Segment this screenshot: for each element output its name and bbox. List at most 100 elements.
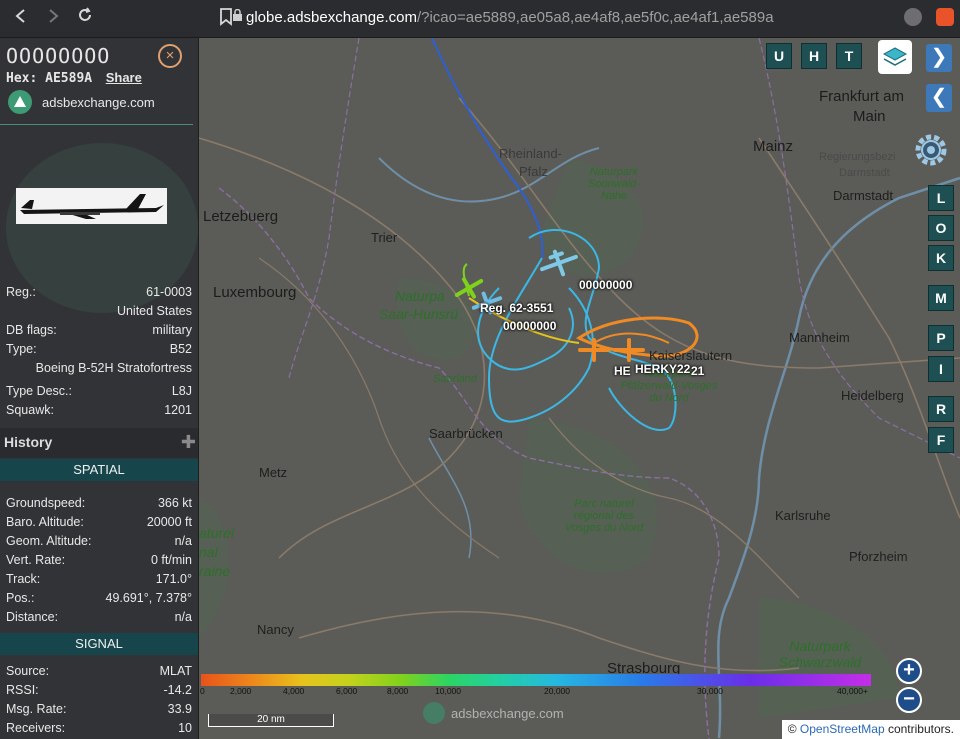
url-host: globe.adsbexchange.com [246,9,417,26]
reg-value: 61-0003 [146,285,192,299]
place-label: aturel [199,525,235,541]
divider [0,124,193,125]
reg-row: Reg.: 61-0003 [6,285,192,299]
place-label: Heidelberg [841,388,904,403]
layers-button[interactable] [878,40,912,74]
spatial-value: n/a [174,610,192,624]
hex-label: Hex: AE589A [6,71,93,86]
i-button[interactable]: I [928,356,954,382]
close-icon[interactable]: × [158,44,182,68]
place-label: Naturpark Soonwald-Nahe [588,166,640,202]
spatial-label: Groundspeed: [6,496,86,510]
attribution-prefix: © [787,722,800,736]
prev-panel-button[interactable]: ❮ [926,84,952,112]
next-panel-button[interactable]: ❯ [926,44,952,72]
site-label: adsbexchange.com [42,94,155,110]
signal-label: RSSI: [6,683,39,697]
extension-icon[interactable] [904,8,922,26]
place-label: raine [199,563,231,579]
signal-label: Receivers: [6,721,66,735]
spatial-label: Track: [6,572,41,586]
spatial-label: Distance: [6,610,59,624]
country-value: United States [116,304,192,318]
h-button[interactable]: H [801,43,827,69]
legend-tick: 10,000 [435,686,461,696]
spatial-header: SPATIAL [0,459,198,481]
osm-link[interactable]: OpenStreetMap [800,722,885,736]
aircraft-label[interactable]: HERKY22 [635,362,690,376]
aircraft-label[interactable]: Reg. 62-3551 [480,301,553,315]
legend-tick: 40,000+ [837,686,868,696]
signal-label: Msg. Rate: [6,702,67,716]
place-label: Nancy [257,622,294,637]
squawk-row: Squawk: 1201 [6,403,192,417]
place-label: Letzebuerg [203,208,279,225]
t-button[interactable]: T [836,43,862,69]
squawk-value: 1201 [164,403,192,417]
distance-row: Distance: n/a [6,610,192,624]
place-label: Saarland [433,373,478,385]
aircraft-label[interactable]: HE [614,364,631,378]
signal-label: Source: [6,664,50,678]
layers-icon [882,47,908,66]
geom-altitude-row: Geom. Altitude: n/a [6,534,192,548]
settings-gear-icon[interactable] [911,130,951,170]
signal-header: SIGNAL [0,633,198,655]
address-bar[interactable]: globe.adsbexchange.com/?icao=ae5889,ae05… [232,5,926,31]
map-brand: adsbexchange.com [423,702,564,724]
r-button[interactable]: R [928,396,954,422]
dbflags-label: DB flags: [6,323,57,337]
signal-value: -14.2 [163,683,193,697]
place-label: nal [199,544,218,560]
receivers-row: Receivers: 10 [6,721,192,735]
place-label: Luxembourg [213,284,297,301]
plus-icon[interactable]: ✚ [181,432,196,453]
dbflags-row: DB flags: military [6,323,192,337]
aircraft-label[interactable]: 21 [691,364,704,378]
site-row[interactable]: adsbexchange.com [8,90,155,114]
legend-tick: 4,000 [283,686,305,696]
reload-icon[interactable] [74,7,96,29]
spatial-label: Baro. Altitude: [6,515,84,529]
scale-bar: 20 nm [208,714,334,727]
place-label: Regierungsbezi [819,151,896,163]
aircraft-label[interactable]: 00000000 [579,278,632,292]
place-label: Metz [259,465,288,480]
legend-tick: 8,000 [387,686,409,696]
signal-value: 10 [178,721,192,735]
callsign: OOOOOOOO [6,44,111,68]
place-label: Frankfurt am [819,88,905,105]
signal-value: MLAT [159,664,192,678]
aircraft-label[interactable]: 00000000 [503,319,556,333]
zoom-in-button[interactable]: + [896,658,922,684]
back-icon[interactable] [10,7,32,29]
brave-shield-icon[interactable] [936,8,954,26]
place-label: Naturpa [395,288,445,304]
squawk-label: Squawk: [6,403,54,417]
aircraft-info-panel: OOOOOOOO × Hex: AE589A Share adsbexchang… [0,38,199,739]
m-button[interactable]: M [928,285,954,311]
map-view[interactable]: Frankfurt am Main Mainz Regierungsbezi D… [199,38,960,739]
spatial-label: Pos.: [6,591,35,605]
k-button[interactable]: K [928,245,954,271]
place-label: Parc naturel régional des Vosges du Nord [564,498,644,534]
zoom-out-button[interactable]: − [896,687,922,713]
p-button[interactable]: P [928,325,954,351]
l-button[interactable]: L [928,185,954,211]
spatial-value: 20000 ft [146,515,192,529]
source-row: Source: MLAT [6,664,192,678]
type-row: Type: B52 [6,342,192,356]
adsbx-logo-icon [8,90,32,114]
share-link[interactable]: Share [106,70,142,85]
place-label: Saar-Hunsrü [379,306,459,322]
place-label: Mannheim [789,330,850,345]
position-row: Pos.: 49.691°, 7.378° [6,591,192,605]
history-header[interactable]: History ✚ [0,428,198,458]
map-attribution: © OpenStreetMap contributors. [781,720,960,739]
typedesc-value: L8J [171,384,192,398]
f-button[interactable]: F [928,427,954,453]
forward-icon[interactable] [42,7,64,29]
aircraft-photo[interactable] [16,188,167,224]
u-button[interactable]: U [766,43,792,69]
o-button[interactable]: O [928,215,954,241]
